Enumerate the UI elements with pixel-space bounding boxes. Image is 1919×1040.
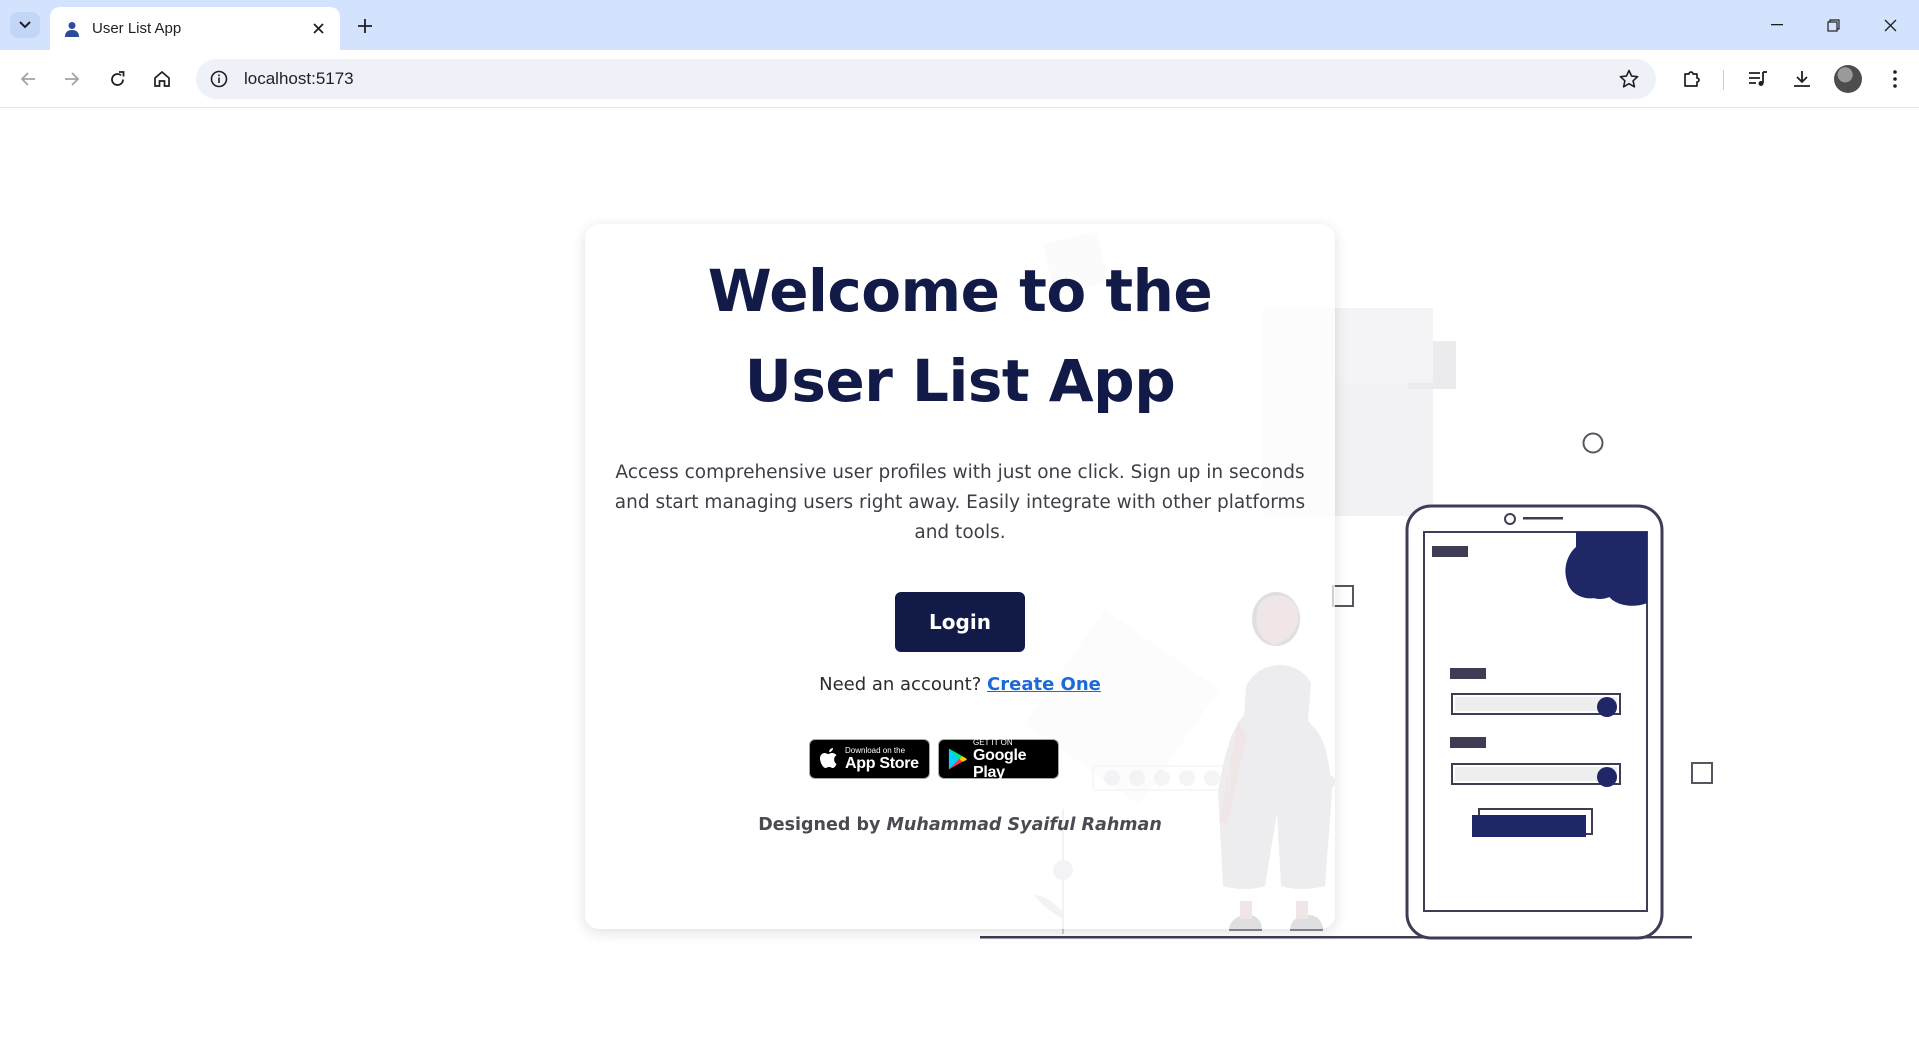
profile-avatar[interactable] <box>1834 65 1862 93</box>
plus-icon <box>358 19 372 33</box>
back-button[interactable] <box>13 64 43 94</box>
minimize-icon <box>1771 24 1783 26</box>
toolbar-divider <box>1723 70 1724 90</box>
minimize-button[interactable] <box>1762 10 1792 40</box>
welcome-card: Welcome to the User List App Access comp… <box>585 224 1335 929</box>
close-icon <box>1884 19 1896 31</box>
browser-menu-button[interactable] <box>1880 64 1910 94</box>
google-play-icon <box>948 748 967 770</box>
url-text[interactable]: localhost:5173 <box>244 69 1614 89</box>
google-play-small-text: GET IT ON <box>972 737 1013 747</box>
google-play-big-text: Google Play <box>972 746 1027 781</box>
star-icon <box>1619 69 1639 88</box>
puzzle-icon <box>1684 71 1700 87</box>
close-icon <box>312 23 324 34</box>
create-account-link[interactable]: Create One <box>987 674 1101 695</box>
restore-button[interactable] <box>1818 10 1848 40</box>
reload-icon <box>110 70 124 86</box>
info-icon[interactable] <box>208 68 230 90</box>
restore-icon <box>1826 18 1840 32</box>
reload-button[interactable] <box>102 64 132 94</box>
credit-prefix: Designed by <box>758 815 881 835</box>
app-store-big-text: App Store <box>845 755 919 772</box>
close-tab-button[interactable] <box>306 17 330 41</box>
store-badges: Download on the App Store GET IT ON Goog… <box>533 737 1335 781</box>
home-button[interactable] <box>147 64 177 94</box>
chevron-down-icon <box>19 21 31 29</box>
home-icon <box>154 70 170 87</box>
media-controls-button[interactable] <box>1743 64 1773 94</box>
close-window-button[interactable] <box>1875 10 1905 40</box>
tab-bar: User List App <box>0 0 1919 50</box>
google-play-badge[interactable]: GET IT ON Google Play <box>938 737 1059 781</box>
user-icon <box>64 21 80 37</box>
tab-search-button[interactable] <box>10 12 40 38</box>
login-button[interactable]: Login <box>895 592 1025 652</box>
extensions-button[interactable] <box>1677 64 1707 94</box>
app-store-badge[interactable]: Download on the App Store <box>809 739 930 779</box>
downloads-button[interactable] <box>1787 64 1817 94</box>
kebab-menu-icon <box>1893 70 1897 88</box>
apple-icon <box>820 748 837 768</box>
address-bar[interactable]: localhost:5173 <box>196 59 1656 99</box>
circle-decoration <box>1582 432 1604 454</box>
page-title: Welcome to the User List App <box>585 246 1335 426</box>
playlist-icon <box>1749 71 1767 86</box>
title-line-1: Welcome to the <box>707 257 1213 325</box>
app-store-small-text: Download on the <box>845 746 906 755</box>
description-text: Access comprehensive user profiles with … <box>614 462 1306 543</box>
credit-name: Muhammad Syaiful Rahman <box>886 815 1162 835</box>
active-tab[interactable]: User List App <box>50 7 340 50</box>
arrow-right-icon <box>65 72 80 86</box>
square-decoration <box>1691 762 1713 784</box>
phone-drawing <box>1405 504 1664 940</box>
new-tab-button[interactable] <box>352 13 378 39</box>
download-icon <box>1794 71 1810 87</box>
tab-title: User List App <box>92 20 182 37</box>
arrow-left-icon <box>20 72 35 86</box>
signup-prompt-text: Need an account? <box>819 674 982 695</box>
browser-toolbar: localhost:5173 <box>0 50 1919 108</box>
square-decoration <box>1332 585 1354 607</box>
bookmark-button[interactable] <box>1614 64 1644 94</box>
page-content: Welcome to the User List App Access comp… <box>0 109 1919 1040</box>
title-line-2: User List App <box>744 347 1176 415</box>
designer-credit: Designed by Muhammad Syaiful Rahman <box>585 815 1335 835</box>
signup-prompt: Need an account? Create One <box>585 674 1335 695</box>
forward-button[interactable] <box>57 64 87 94</box>
